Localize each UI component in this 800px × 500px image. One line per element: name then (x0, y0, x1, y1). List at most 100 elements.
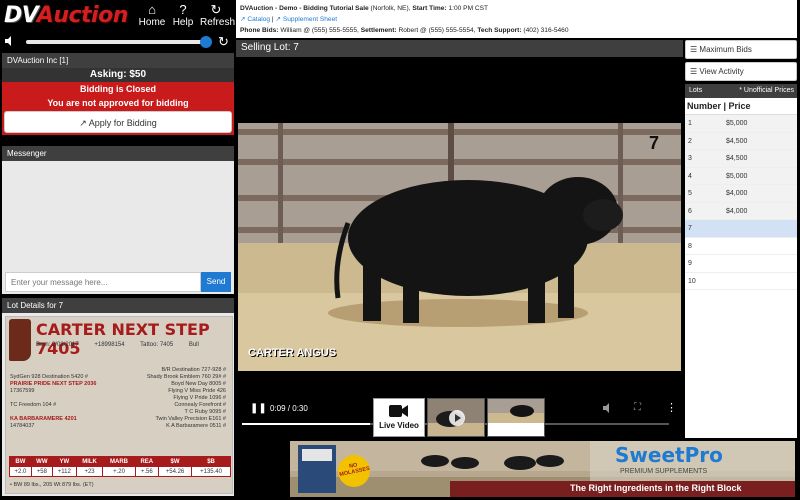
mute-icon[interactable] (602, 402, 614, 417)
pedigree-dam: KA BARBARAMERE 4201 (10, 416, 77, 422)
pedigree-right: Flying V Pride 1096 # (173, 395, 226, 401)
help-button[interactable]: ? Help (167, 2, 199, 28)
maximum-bids-label: Maximum Bids (699, 45, 752, 54)
lot-row[interactable]: 3 $4,500 (685, 150, 797, 168)
approval-status: You are not approved for bidding (2, 96, 234, 111)
refresh-button[interactable]: ↻ Refresh (200, 2, 235, 28)
speaker-icon[interactable] (4, 35, 16, 50)
epd-header-cell: REA (134, 456, 159, 467)
epd-value-cell: +54.26 (157, 466, 193, 477)
supplement-sheet-link[interactable]: ↗ Supplement Sheet (275, 16, 337, 23)
lot-row[interactable]: 6 $4,000 (685, 202, 797, 220)
pedigree-right: Connealy Forefront # (174, 402, 226, 408)
app-root: DVAuction ⌂ Home ? Help ↻ Refresh ↻ DVAu… (0, 0, 800, 500)
view-activity-button[interactable]: ☰ View Activity (685, 62, 797, 81)
message-input[interactable] (5, 272, 201, 292)
refresh-stream-icon[interactable]: ↻ (218, 34, 229, 50)
epd-value-cell: +58 (30, 466, 53, 477)
lot-price: $4,000 (726, 190, 748, 197)
maximum-bids-button[interactable]: ☰ Maximum Bids (685, 40, 797, 59)
dvauction-logo[interactable]: DVAuction (4, 3, 128, 28)
epd-value-cell: +2.0 (9, 466, 32, 477)
lots-title: Lots (689, 87, 703, 94)
epd-table: BW WW YW MILK MARB REA $W $B +2.0 +58 +112 +23 +.20… (9, 456, 231, 477)
bidding-status: Bidding is Closed (2, 82, 234, 96)
thumbnail-image (488, 399, 544, 423)
epd-header-cell: WW (30, 456, 53, 467)
video-watermark: CARTER ANGUS (248, 347, 337, 359)
epd-value-cell: +.20 (102, 466, 136, 477)
lot-price: $5,000 (726, 172, 748, 180)
lot-price: $4,500 (726, 155, 748, 162)
lot-sex: Bull (188, 342, 199, 348)
start-time-value: 1:00 PM CST (448, 5, 489, 12)
epd-header-cell: YW (51, 456, 77, 467)
live-video-button[interactable]: Live Video (373, 398, 425, 437)
message-log[interactable] (2, 161, 234, 279)
selling-lot-bar: Selling Lot: 7 (236, 40, 683, 57)
pedigree-right: Flying V Miss Pride 426 (168, 388, 226, 394)
apply-wrap: ↗ Apply for Bidding (2, 111, 234, 135)
catalog-link[interactable]: ↗ Catalog (240, 16, 270, 23)
epd-header-cell: MILK (75, 456, 104, 467)
lots-list: 1 $5,000 2 $4,500 3 $4,500 4 $5,000 5 $4,000 6 $4,0… (685, 115, 797, 290)
pedigree: B/R Destination 727-928 # SydGen 928 Des… (10, 367, 230, 430)
lot-row[interactable]: 9 (685, 255, 797, 273)
apply-for-bidding-button[interactable]: ↗ Apply for Bidding (4, 111, 232, 133)
sponsor-banner[interactable]: NO MOLASSES SweetPro PREMIUM SUPPLEMENTS… (290, 441, 795, 497)
lot-row[interactable]: 10 (685, 273, 797, 290)
lot-registration: +18998154 (94, 342, 125, 348)
home-icon: ⌂ (148, 2, 156, 17)
asking-price: Asking: $50 (2, 68, 234, 82)
cattle-pen-scene (238, 123, 681, 371)
lot-number: 8 (688, 242, 692, 250)
video-thumbnail-1[interactable] (427, 398, 485, 437)
tech-support-value: (402) 316-5460 (523, 27, 569, 34)
pause-icon[interactable]: ❚❚ (250, 403, 267, 414)
video-player[interactable]: 7 CARTER ANGUS ❚❚ 0:09 / 0:30 ⛶ ⋮ Live V… (236, 57, 683, 438)
video-camera-icon (374, 399, 424, 421)
boot-logo (9, 319, 31, 361)
epd-value-cell: +135.40 (191, 466, 231, 477)
epd-header-cell: MARB (102, 456, 136, 467)
sweetpro-logo: SweetPro (615, 443, 723, 467)
home-button[interactable]: ⌂ Home (136, 2, 168, 28)
video-thumbnail-2[interactable] (487, 398, 545, 437)
list-icon: ☰ (690, 67, 698, 76)
lot-row[interactable]: 8 (685, 238, 797, 255)
logo-text-dv: DV (4, 3, 37, 28)
video-frame[interactable]: 7 CARTER ANGUS (238, 123, 681, 371)
lot-number: 7 (688, 225, 692, 232)
pedigree-right: B/R Destination 727-928 # (161, 367, 226, 373)
catalog-link-label: Catalog (247, 16, 271, 23)
lot-row[interactable]: 7 (685, 220, 797, 238)
lot-row[interactable]: 5 $4,000 (685, 185, 797, 203)
settlement-label: Settlement: (360, 27, 397, 34)
lot-price: $5,000 (726, 120, 748, 127)
pedigree-right: Shady Brook Emblem 760 29# # (146, 374, 226, 380)
sale-contacts-line: Phone Bids: William @ (555) 555-5555, Se… (240, 27, 569, 34)
lot-details-panel: Lot Details for 7 CARTER NEXT STEP 7405 … (2, 298, 234, 496)
bidder-company: DVAuction Inc [1] (2, 53, 234, 68)
volume-slider-handle[interactable] (200, 36, 212, 48)
pedigree-left: SydGen 928 Destination 5420 # (10, 374, 88, 380)
volume-slider[interactable] (26, 40, 210, 44)
sale-links-line: ↗ Catalog | ↗ Supplement Sheet (240, 16, 338, 23)
messenger-title: Messenger (2, 146, 234, 161)
messenger-panel: Messenger Send (2, 146, 234, 294)
video-time: 0:09 / 0:30 (270, 404, 308, 413)
lot-row[interactable]: 2 $4,500 (685, 132, 797, 150)
epd-value-cell: +.56 (134, 466, 159, 477)
fullscreen-icon[interactable]: ⛶ (634, 402, 641, 413)
lot-price: $4,000 (726, 207, 748, 215)
lot-number: 1 (688, 120, 692, 127)
sale-title-line: DVAuction - Demo - Bidding Tutorial Sale… (240, 5, 489, 12)
lot-row[interactable]: 1 $5,000 (685, 115, 797, 133)
lot-number: 2 (688, 137, 692, 145)
lot-row[interactable]: 4 $5,000 (685, 167, 797, 185)
send-button[interactable]: Send (201, 272, 231, 292)
more-options-icon[interactable]: ⋮ (666, 401, 677, 414)
sweetpro-subtitle: PREMIUM SUPPLEMENTS (620, 468, 708, 475)
view-activity-label: View Activity (699, 67, 744, 76)
message-input-row: Send (5, 272, 231, 292)
